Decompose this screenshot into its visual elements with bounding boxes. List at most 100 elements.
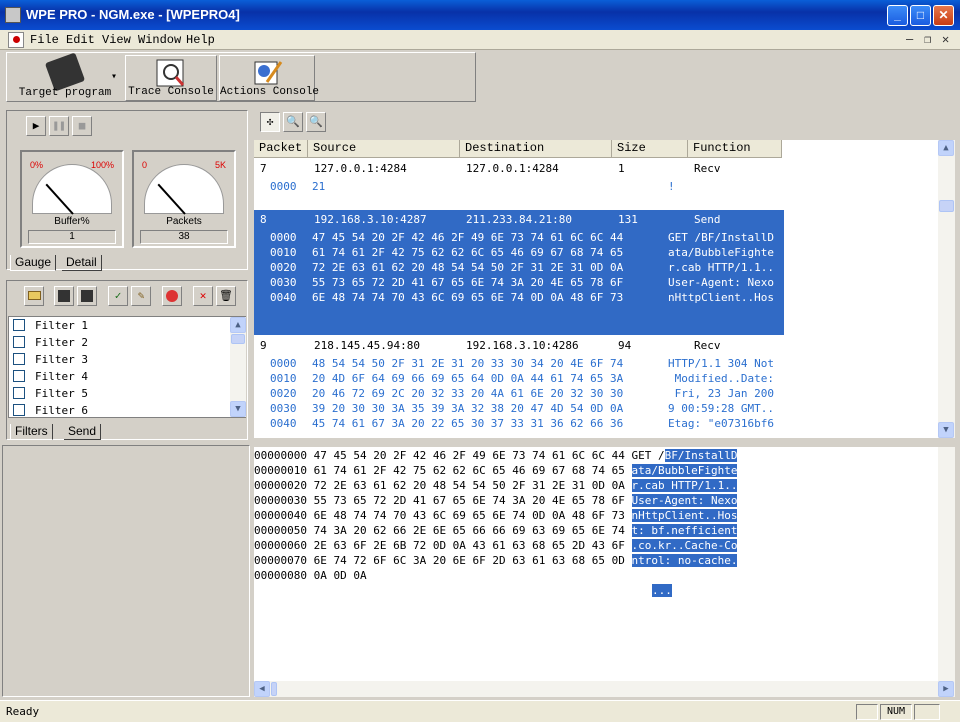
column-packet[interactable]: Packet — [254, 140, 308, 158]
filter-checkbox[interactable] — [13, 336, 25, 348]
trash-filter-button[interactable]: 🗑 — [216, 286, 236, 306]
hexdump-bytes: 6E 74 72 6F 6C 3A 20 6E 6F 2D 63 61 63 6… — [313, 554, 625, 567]
mdi-restore-button[interactable]: ❐ — [924, 32, 931, 46]
filter-checkbox[interactable] — [13, 353, 25, 365]
filter-list-scrollbar[interactable]: ▲ ▼ — [230, 317, 246, 417]
menu-view[interactable]: View — [102, 33, 131, 47]
scroll-up-icon[interactable]: ▲ — [938, 140, 954, 156]
menu-edit[interactable]: Edit — [66, 33, 95, 47]
hexdump-ascii-selected[interactable]: .co.kr..Cache-Co — [631, 539, 738, 552]
buffer-gauge-caption: Buffer% — [54, 216, 90, 227]
filter-onoff-button[interactable] — [162, 286, 182, 306]
mdi-close-button[interactable]: ✕ — [942, 32, 949, 46]
hexdump-ascii-selected[interactable]: r.cab HTTP/1.1.. — [631, 479, 738, 492]
filter-checkbox[interactable] — [13, 319, 25, 331]
menu-help[interactable]: Help — [186, 33, 215, 47]
hexdump-offset: 00000010 — [254, 464, 307, 477]
hexdump-bytes: 55 73 65 72 2D 41 67 65 6E 74 3A 20 4E 6… — [313, 494, 625, 507]
hexdump-row: 00000000 47 45 54 20 2F 42 46 2F 49 6E 7… — [254, 448, 738, 463]
column-destination[interactable]: Destination — [460, 140, 612, 158]
hexdump-hscrollbar[interactable]: ◀ ▶ — [254, 681, 955, 697]
hexdump-bytes: 2E 63 6F 2E 6B 72 0D 0A 43 61 63 68 65 2… — [313, 539, 625, 552]
scroll-down-icon[interactable]: ▼ — [938, 422, 954, 438]
hexdump-ascii-selected[interactable]: nHttpClient..Hos — [631, 509, 738, 522]
scroll-left-icon[interactable]: ◀ — [254, 681, 270, 697]
stop-button[interactable]: ■ — [72, 116, 92, 136]
filter-item[interactable]: Filter 5 — [13, 386, 88, 403]
view-mode-button[interactable]: ✣ — [260, 112, 280, 132]
scroll-up-icon[interactable]: ▲ — [230, 317, 246, 333]
minimize-button[interactable]: _ — [887, 5, 908, 26]
scroll-thumb[interactable] — [271, 682, 277, 696]
save-filter-button[interactable] — [54, 286, 74, 306]
filter-item[interactable]: Filter 6 — [13, 403, 88, 420]
column-source[interactable]: Source — [308, 140, 460, 158]
filter-checkbox[interactable] — [13, 404, 25, 416]
hexdump-ascii-selected[interactable]: BF/InstallD — [664, 449, 738, 462]
packet-row[interactable]: 7 127.0.0.1:4284 127.0.0.1:4284 1 Recv — [254, 161, 784, 176]
tab-gauge[interactable]: Gauge — [10, 255, 57, 271]
filter-item[interactable]: Filter 1 — [13, 318, 88, 335]
target-program-button[interactable]: Target program — [9, 52, 121, 101]
hex-offset: 0010 — [270, 372, 297, 385]
hex-ascii: GET /BF/InstallD — [668, 231, 774, 244]
zoom-in-button[interactable]: 🔍 — [283, 112, 303, 132]
filter-item[interactable]: Filter 4 — [13, 369, 88, 386]
packet-row[interactable]: 9 218.145.45.94:80 192.168.3.10:4286 94 … — [254, 338, 784, 353]
hexdump-ascii-selected[interactable]: User-Agent: Nexo — [631, 494, 738, 507]
scroll-down-icon[interactable]: ▼ — [230, 401, 246, 417]
pause-button[interactable]: ❚❚ — [49, 116, 69, 136]
hexdump-ascii-selected[interactable]: ata/BubbleFighte — [631, 464, 738, 477]
mdi-document-icon[interactable] — [8, 32, 24, 48]
disk-icon — [58, 290, 70, 302]
edit-filter-button[interactable]: ✎ — [131, 286, 151, 306]
num-lock-indicator: NUM — [880, 704, 912, 720]
scroll-thumb[interactable] — [939, 200, 954, 212]
play-button[interactable]: ▶ — [26, 116, 46, 136]
packet-row[interactable]: 8 192.168.3.10:4287 211.233.84.21:80 131… — [254, 212, 784, 227]
check-filter-button[interactable]: ✓ — [108, 286, 128, 306]
packet-hex-line: 0030 55 73 65 72 2D 41 67 65 6E 74 3A 20… — [254, 275, 784, 290]
hexdump-offset: 00000030 — [254, 494, 307, 507]
actions-console-button[interactable]: Actions Console — [219, 55, 319, 101]
tab-send[interactable]: Send — [64, 424, 102, 440]
packets-gauge-value: 38 — [140, 230, 228, 244]
tab-filters[interactable]: Filters — [10, 424, 53, 440]
open-filter-button[interactable] — [24, 286, 44, 306]
packet-destination: 192.168.3.10:4286 — [466, 339, 579, 352]
hexdump-offset: 00000020 — [254, 479, 307, 492]
mdi-minimize-button[interactable]: – — [906, 32, 913, 46]
onoff-icon — [166, 290, 178, 302]
packet-hex-line: 0040 45 74 61 67 3A 20 22 65 30 37 33 31… — [254, 416, 784, 431]
packet-size: 94 — [618, 339, 632, 352]
filter-checkbox[interactable] — [13, 387, 25, 399]
app-icon[interactable] — [5, 7, 21, 23]
hexdump-ascii-selected[interactable]: t: bf.nefficient — [631, 524, 738, 537]
tab-detail[interactable]: Detail — [62, 255, 102, 271]
menu-window[interactable]: Window — [138, 33, 181, 47]
packets-gauge: 0 5K Packets 38 — [132, 150, 236, 248]
menu-file[interactable]: File — [30, 33, 59, 47]
target-dropdown-arrow[interactable]: ▾ — [111, 71, 117, 82]
scroll-thumb[interactable] — [231, 334, 245, 344]
column-function[interactable]: Function — [688, 140, 782, 158]
packet-hex-line: 0010 61 74 61 2F 42 75 62 62 6C 65 46 69… — [254, 245, 784, 260]
packet-function: Send — [694, 213, 721, 226]
delete-filter-button[interactable]: ✕ — [193, 286, 213, 306]
filter-item[interactable]: Filter 2 — [13, 335, 88, 352]
packet-list: Packet Source Destination Size Function … — [254, 140, 938, 438]
save-all-filter-button[interactable] — [77, 286, 97, 306]
filter-checkbox[interactable] — [13, 370, 25, 382]
close-button[interactable]: ✕ — [933, 5, 954, 26]
hexdump-ascii-selected[interactable]: ... — [652, 584, 672, 597]
hexdump-ascii-selected[interactable]: ntrol: no-cache. — [631, 554, 738, 567]
maximize-button[interactable]: □ — [910, 5, 931, 26]
trace-console-button[interactable]: Trace Console — [125, 55, 217, 101]
packet-list-scrollbar[interactable]: ▲ ▼ — [938, 140, 955, 438]
scroll-right-icon[interactable]: ▶ — [938, 681, 954, 697]
packet-hex-line: 0000 21 ! — [254, 179, 784, 194]
filter-item[interactable]: Filter 3 — [13, 352, 88, 369]
zoom-out-button[interactable]: 🔍 — [306, 112, 326, 132]
buffer-gauge-face — [32, 164, 112, 215]
column-size[interactable]: Size — [612, 140, 688, 158]
